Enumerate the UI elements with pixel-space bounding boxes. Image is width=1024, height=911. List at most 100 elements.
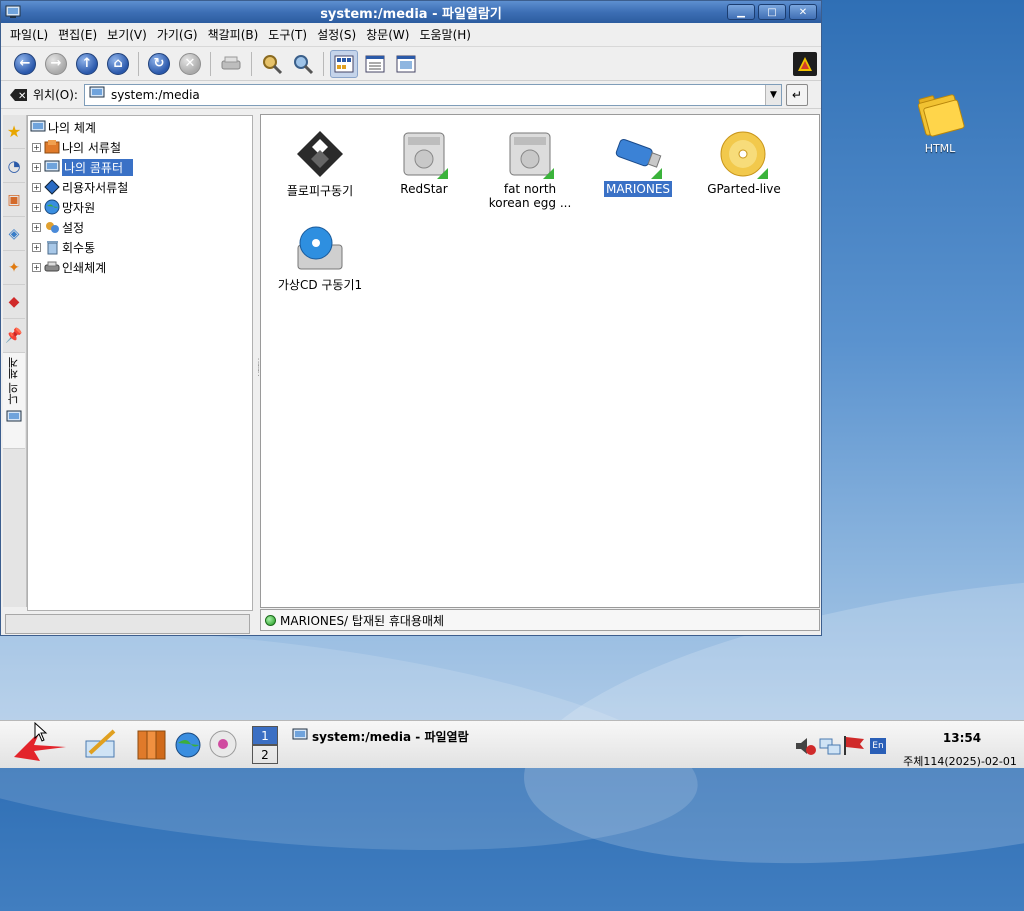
task-button-file-manager[interactable]: system:/media - 파일열람: [292, 725, 488, 747]
desktop-folder-html[interactable]: HTML: [910, 92, 970, 155]
volume-muted-icon[interactable]: [794, 735, 818, 760]
task-label: system:/media - 파일열람: [312, 729, 469, 744]
file-item-gparted-live[interactable]: GParted-live: [689, 125, 799, 196]
title-bar[interactable]: system:/media - 파일열람기 ▁ □ ✕: [1, 1, 821, 23]
home-button[interactable]: ⌂: [104, 50, 132, 78]
zoom-in-button[interactable]: [258, 50, 286, 78]
printer-icon: [44, 259, 60, 275]
location-dropdown-button[interactable]: ▼: [764, 84, 781, 105]
computer-icon: [292, 727, 308, 746]
virtual-cd-drive-icon: [292, 219, 348, 273]
expand-icon[interactable]: +: [32, 242, 41, 252]
computer-icon: [44, 159, 60, 175]
file-item-mariones[interactable]: MARIONES: [583, 125, 693, 197]
back-button[interactable]: ←: [11, 50, 39, 78]
menu-edit[interactable]: 편집(E): [53, 26, 102, 43]
sidebar-tab-home[interactable]: ▣: [3, 183, 25, 217]
expand-icon[interactable]: +: [32, 142, 41, 152]
maximize-button[interactable]: □: [758, 4, 786, 20]
tree-item-trash[interactable]: + 회수통: [28, 237, 252, 257]
sidebar-tab-bookmarks[interactable]: ★: [3, 115, 25, 149]
menu-go[interactable]: 가기(G): [152, 26, 203, 43]
sidebar-tab-my-system[interactable]: 나의 체계: [3, 353, 25, 449]
sidebar-tab-pin[interactable]: 📌: [3, 319, 25, 353]
trash-icon: [44, 239, 60, 255]
file-label: fat north korean egg ...: [488, 182, 572, 210]
tree-item-network[interactable]: + 망자원: [28, 197, 252, 217]
sidebar-tab-media[interactable]: ◈: [3, 217, 25, 251]
pager-desktop-2[interactable]: 2: [252, 745, 278, 764]
tree-item-label: 인쇄체계: [62, 260, 107, 275]
bookmark-icon: ◆: [8, 293, 20, 310]
file-item-redstar[interactable]: RedStar: [369, 125, 479, 196]
tree-item-my-computer[interactable]: + 나의 콤퓨터: [28, 157, 252, 177]
tree-root[interactable]: 나의 체계: [28, 117, 252, 137]
launcher-editor[interactable]: [84, 727, 118, 764]
launcher-media-player[interactable]: [208, 729, 238, 762]
star-icon: ★: [6, 122, 22, 141]
sidebar-tab-services[interactable]: ✦: [3, 251, 25, 285]
clear-location-button[interactable]: ✕: [9, 86, 29, 104]
expand-icon[interactable]: +: [32, 162, 41, 172]
sidebar-tabs: ★ ◔ ▣ ◈ ✦ ◆ 📌 나의 체계: [3, 115, 27, 607]
tree-item-user-folders[interactable]: + 리용자서류철: [28, 177, 252, 197]
zoom-out-icon: [294, 54, 314, 74]
tree-item-printing[interactable]: + 인쇄체계: [28, 257, 252, 277]
menu-settings[interactable]: 설정(S): [312, 26, 361, 43]
file-label: 플로피구동기: [286, 184, 354, 198]
print-button[interactable]: [217, 50, 245, 78]
settings-icon: [44, 219, 60, 235]
text-editor-icon: [85, 729, 116, 758]
tree-item-settings[interactable]: + 설정: [28, 217, 252, 237]
forward-arrow-icon: →: [45, 52, 67, 75]
tree-status-field: [5, 614, 250, 634]
minimize-button[interactable]: ▁: [727, 4, 755, 20]
flag-icon[interactable]: [842, 734, 866, 759]
mounted-badge-icon: [437, 168, 448, 179]
keyboard-layout-indicator[interactable]: En: [870, 738, 886, 754]
file-item-fat-north-korean-egg[interactable]: fat north korean egg ...: [475, 125, 585, 210]
expand-icon[interactable]: +: [32, 202, 41, 212]
floppy-icon: [292, 125, 348, 179]
desktop-pager: 1 2: [252, 726, 280, 766]
go-button[interactable]: ↵: [785, 83, 808, 106]
stop-button[interactable]: ✕: [176, 50, 204, 78]
detail-view-button[interactable]: [361, 50, 389, 78]
file-item-virtual-cd[interactable]: 가상CD 구동기1: [265, 219, 375, 293]
location-field[interactable]: ▼: [83, 83, 782, 106]
clock[interactable]: 13:54: [930, 731, 994, 745]
image-view-button[interactable]: [392, 50, 420, 78]
menu-bookmarks[interactable]: 책갈피(B): [203, 26, 264, 43]
menu-tools[interactable]: 도구(T): [263, 26, 312, 43]
forward-button[interactable]: →: [42, 50, 70, 78]
throbber-logo-icon[interactable]: [793, 52, 817, 76]
menu-file[interactable]: 파일(L): [5, 26, 53, 43]
menu-help[interactable]: 도움말(H): [414, 26, 476, 43]
launcher-file-manager[interactable]: [136, 727, 168, 764]
close-button[interactable]: ✕: [789, 4, 817, 20]
pager-desktop-1[interactable]: 1: [252, 726, 278, 745]
up-button[interactable]: ↑: [73, 50, 101, 78]
svg-text:✕: ✕: [18, 91, 26, 102]
zoom-in-icon: [263, 54, 283, 74]
location-input[interactable]: [108, 86, 749, 103]
file-item-floppy[interactable]: 플로피구동기: [265, 125, 375, 199]
icon-view-button[interactable]: [330, 49, 358, 78]
menu-view[interactable]: 보기(V): [102, 26, 152, 43]
expand-icon[interactable]: +: [32, 222, 41, 232]
sidebar-tab-history[interactable]: ◔: [3, 149, 25, 183]
network-icon[interactable]: [818, 735, 842, 760]
reload-button[interactable]: ↻: [145, 50, 173, 78]
home-icon: ⌂: [107, 52, 129, 75]
mouse-cursor-icon: [34, 721, 48, 745]
menu-window[interactable]: 창문(W): [361, 26, 414, 43]
usb-stick-icon: [610, 125, 666, 179]
computer-icon[interactable]: [5, 4, 21, 23]
expand-icon[interactable]: +: [32, 182, 41, 192]
tree-item-documents[interactable]: + 나의 서류철: [28, 137, 252, 157]
expand-icon[interactable]: +: [32, 262, 41, 272]
zoom-out-button[interactable]: [289, 50, 317, 78]
sidebar-tab-bookmarks-red[interactable]: ◆: [3, 285, 25, 319]
launcher-browser[interactable]: [174, 731, 202, 762]
folder-icon: ▣: [7, 191, 21, 208]
